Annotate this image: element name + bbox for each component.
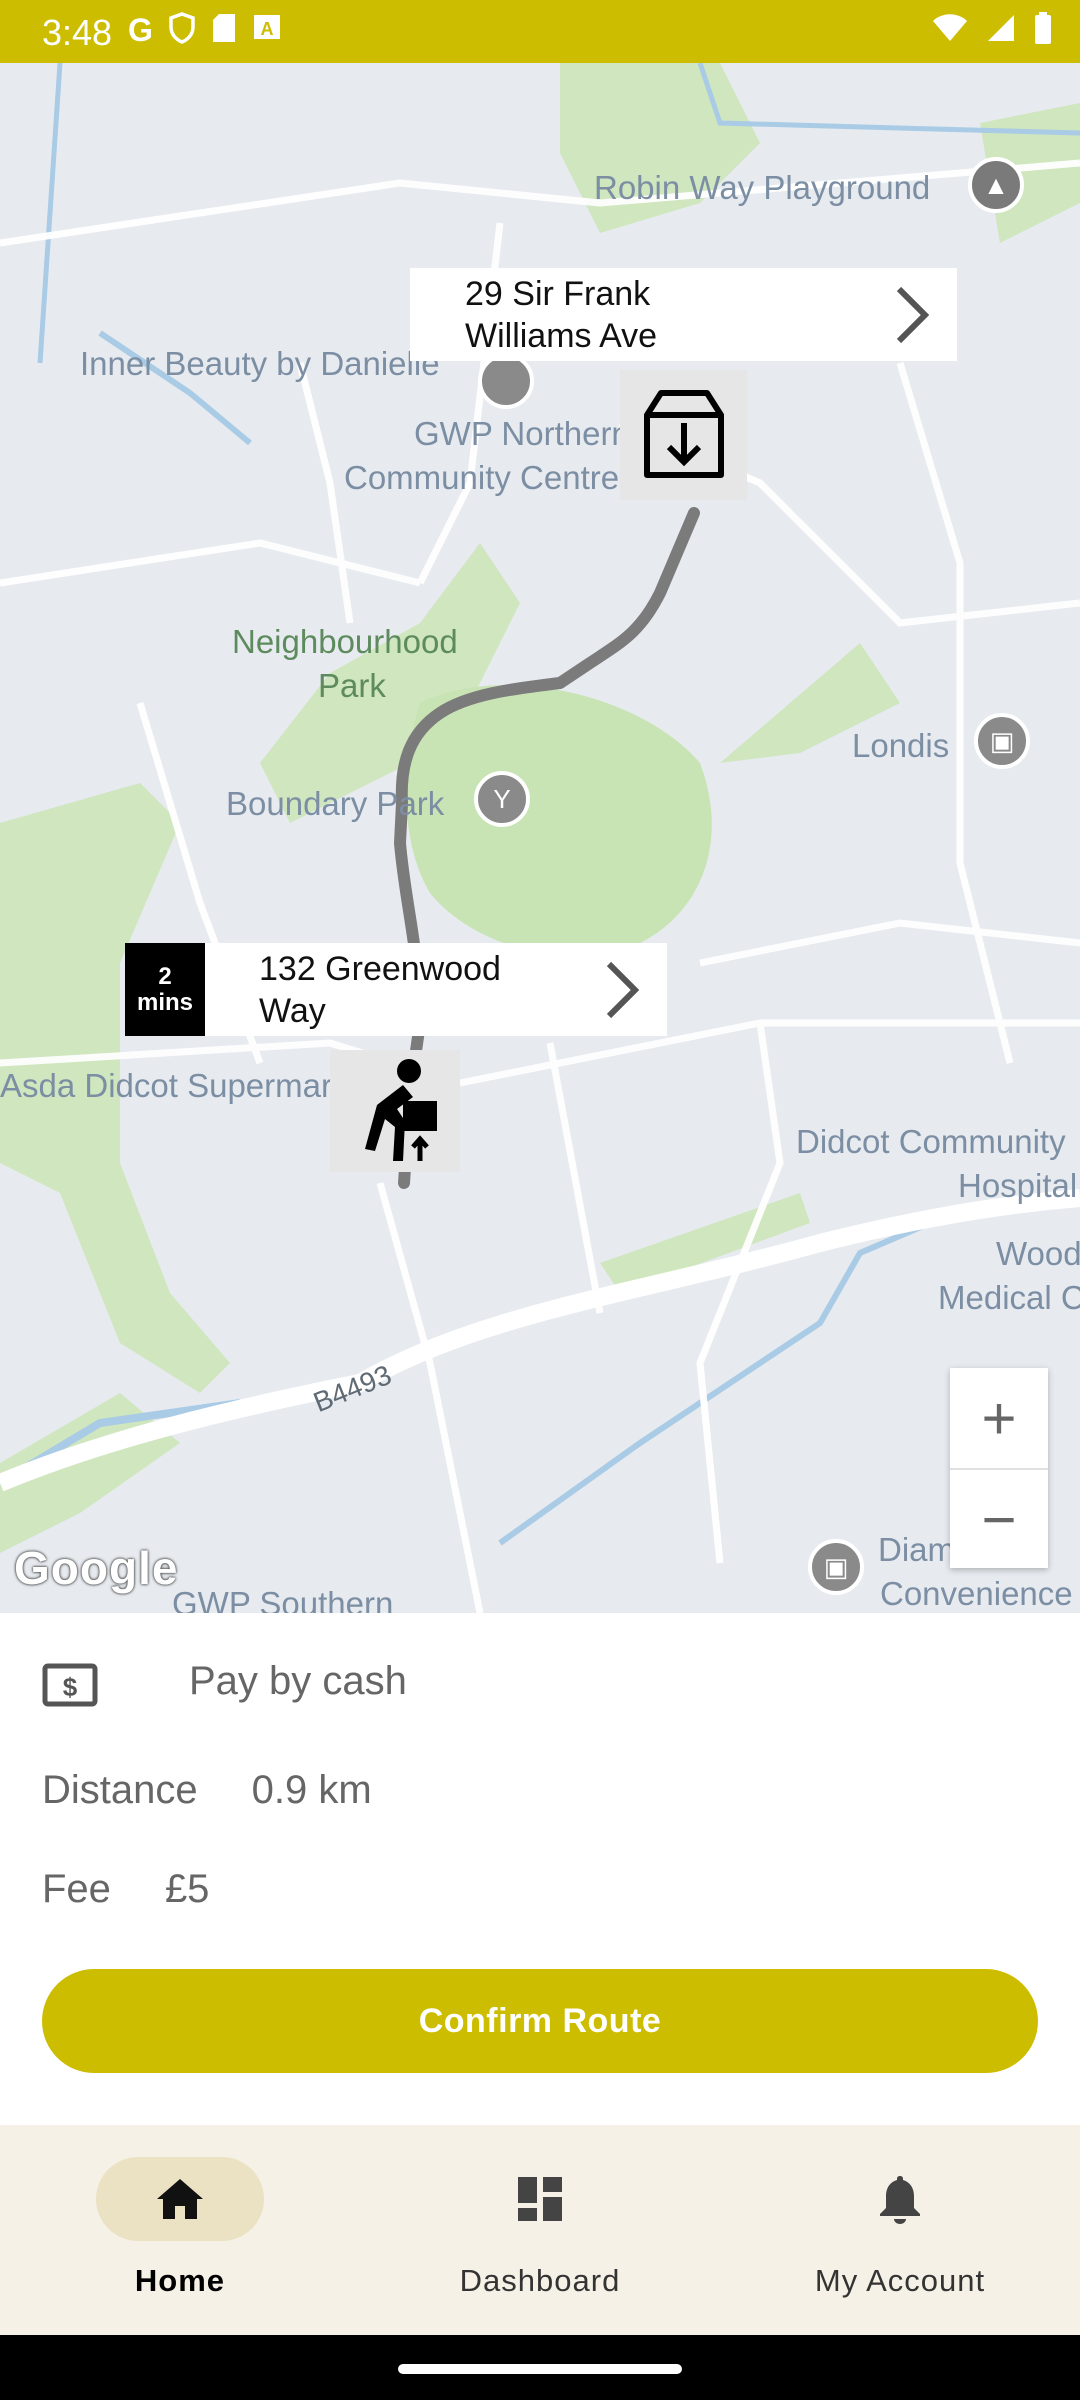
- gesture-navigation-bar: [0, 2335, 1080, 2400]
- map-label-hospital: Hospital: [958, 1167, 1078, 1204]
- map-label-boundary-park: Boundary Park: [226, 785, 445, 822]
- origin-callout[interactable]: 2 mins 132 Greenwood Way: [125, 943, 667, 1036]
- bell-icon: [880, 2176, 920, 2224]
- wifi-icon: [933, 14, 967, 41]
- map-label-didcot-community: Didcot Community: [796, 1123, 1066, 1160]
- zoom-controls: + −: [950, 1368, 1048, 1568]
- distance-label: Distance: [42, 1768, 198, 1812]
- eta-unit: mins: [136, 988, 193, 1016]
- map-label-park: Park: [318, 667, 386, 704]
- map-label-medical: Medical C: [938, 1279, 1080, 1316]
- bar-pin-icon[interactable]: Y: [474, 771, 530, 827]
- map-label-asda: Asda Didcot Supermarket: [0, 1067, 340, 1104]
- park-pin-icon[interactable]: ▲: [968, 157, 1024, 213]
- chevron-right-icon: [896, 286, 930, 343]
- gesture-handle[interactable]: [398, 2364, 682, 2374]
- eta-number: 2: [158, 962, 172, 990]
- fee-label: Fee: [42, 1867, 111, 1911]
- person-lifting-icon: [365, 1059, 437, 1161]
- google-icon: G: [128, 12, 153, 48]
- zoom-in-button[interactable]: +: [950, 1368, 1048, 1468]
- signal-icon: [988, 15, 1014, 41]
- distance-value: 0.9 km: [251, 1768, 372, 1812]
- bottom-navigation: Home Dashboard My Account: [0, 2125, 1080, 2335]
- app-root: 3:48 G A Robin Way Playground ▲ Inner Be…: [0, 0, 1080, 2400]
- status-time: 3:48: [42, 12, 113, 53]
- font-icon: A: [253, 15, 280, 39]
- destination-callout[interactable]: 29 Sir Frank Williams Ave: [410, 268, 957, 361]
- nav-home-label: Home: [134, 2263, 226, 2298]
- package-download-icon: [643, 390, 724, 478]
- map-label-robin-way: Robin Way Playground: [594, 169, 931, 206]
- status-system-icons: [932, 12, 1052, 44]
- route-summary-sheet: $ Pay by cash Distance 0.9 km Fee £5 Con…: [0, 1613, 1080, 2125]
- map-label-londis: Londis: [852, 727, 950, 764]
- nav-home-pill: [96, 2157, 264, 2241]
- map-label-convenience: Convenience: [880, 1575, 1073, 1612]
- map-label-gwp-northern: GWP Northern: [414, 415, 630, 452]
- payment-method: Pay by cash: [189, 1659, 407, 1703]
- eta-badge: 2 mins: [125, 943, 205, 1036]
- svg-text:A: A: [260, 19, 273, 39]
- nav-my-account[interactable]: My Account: [720, 2125, 1080, 2335]
- map-label-gwp-southern: GWP Southern: [172, 1585, 394, 1613]
- status-notification-icons: G A: [128, 12, 281, 49]
- battery-icon: [1035, 12, 1051, 44]
- map-view[interactable]: Robin Way Playground ▲ Inner Beauty by D…: [0, 63, 1080, 1613]
- shield-icon: [169, 12, 195, 44]
- nav-dashboard[interactable]: Dashboard: [360, 2125, 720, 2335]
- nav-home[interactable]: Home: [0, 2125, 360, 2335]
- home-icon: [157, 2179, 203, 2219]
- status-bar: 3:48 G A: [0, 0, 1080, 63]
- dashboard-icon: [518, 2177, 562, 2221]
- sd-card-icon: [212, 14, 235, 42]
- map-label-community-centre: Community Centre: [344, 459, 620, 496]
- cash-icon: $: [42, 1663, 98, 1707]
- shop-pin-icon[interactable]: ▣: [974, 713, 1030, 769]
- confirm-route-button[interactable]: Confirm Route: [42, 1969, 1038, 2073]
- svg-text:$: $: [63, 1672, 78, 1702]
- nav-my-account-label: My Account: [814, 2263, 986, 2298]
- zoom-out-button[interactable]: −: [950, 1468, 1048, 1568]
- pickup-marker[interactable]: [330, 1050, 460, 1172]
- dropoff-marker[interactable]: [620, 370, 747, 500]
- origin-line-1: 132 Greenwood: [259, 949, 501, 988]
- destination-line-2: Williams Ave: [465, 316, 658, 355]
- fee-row: Fee £5: [42, 1867, 209, 1912]
- poi-pin-icon[interactable]: [478, 353, 534, 409]
- store-pin-icon[interactable]: ▣: [808, 1539, 864, 1595]
- destination-address: 29 Sir Frank Williams Ave: [465, 273, 657, 357]
- map-label-neighbourhood: Neighbourhood: [232, 623, 458, 660]
- map-label-wood: Wood: [996, 1235, 1080, 1272]
- fee-value: £5: [164, 1867, 210, 1911]
- distance-row: Distance 0.9 km: [42, 1768, 372, 1813]
- nav-dashboard-label: Dashboard: [459, 2263, 621, 2298]
- destination-line-1: 29 Sir Frank: [465, 274, 651, 313]
- payment-row[interactable]: $ Pay by cash: [42, 1659, 407, 1707]
- origin-address: 132 Greenwood Way: [259, 948, 501, 1032]
- nav-account-pill: [816, 2157, 984, 2241]
- map-label-inner-beauty: Inner Beauty by Danielle: [80, 345, 440, 382]
- chevron-right-icon: [606, 961, 640, 1018]
- origin-line-2: Way: [259, 991, 326, 1030]
- nav-dashboard-pill: [456, 2157, 624, 2241]
- google-logo: Google: [14, 1542, 179, 1594]
